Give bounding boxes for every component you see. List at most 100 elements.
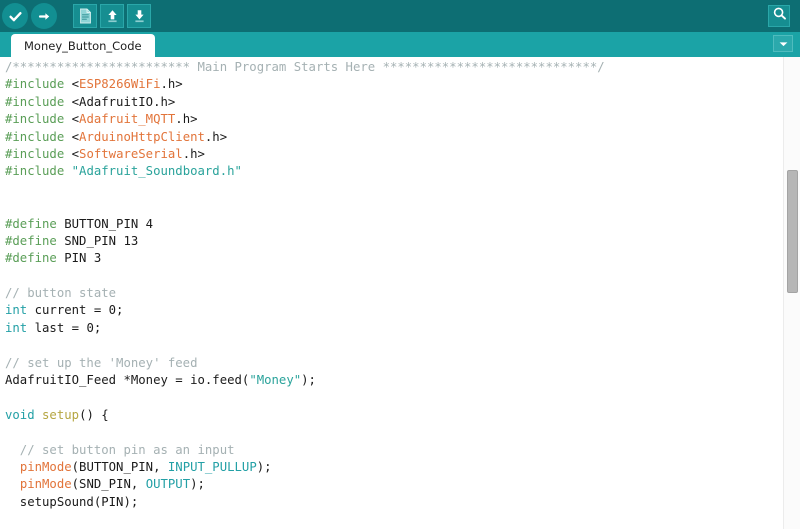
code-token-plain: () { bbox=[79, 407, 109, 422]
tab-menu-button[interactable] bbox=[773, 35, 793, 52]
toolbar bbox=[0, 0, 800, 32]
code-line: pinMode(SND_PIN, OUTPUT); bbox=[5, 476, 605, 493]
code-token-plain: < bbox=[71, 129, 80, 144]
code-token-plain: .h> bbox=[204, 129, 228, 144]
save-sketch-button[interactable] bbox=[127, 4, 151, 28]
code-token-pre: #define bbox=[5, 216, 65, 231]
code-line: pinMode(BUTTON_PIN, INPUT_PULLUP); bbox=[5, 459, 605, 476]
code-token-plain: AdafruitIO_Feed *Money = io.feed( bbox=[5, 373, 250, 388]
code-line: AdafruitIO_Feed *Money = io.feed("Money"… bbox=[5, 372, 605, 389]
code-token-type: void bbox=[5, 407, 43, 422]
toolbar-button-group bbox=[2, 3, 151, 29]
code-content[interactable]: /************************ Main Program S… bbox=[0, 57, 605, 511]
code-line: /************************ Main Program S… bbox=[5, 59, 605, 76]
code-line: setupSound(PIN); bbox=[5, 494, 605, 511]
code-token-string: "Money" bbox=[249, 373, 302, 388]
code-line: #include <AdafruitIO.h> bbox=[5, 94, 605, 111]
editor-vertical-scrollbar[interactable] bbox=[783, 57, 800, 529]
code-token-comment: // set button pin as an input bbox=[5, 442, 235, 457]
checkmark-circle-icon bbox=[7, 8, 24, 25]
new-document-icon bbox=[78, 8, 93, 24]
serial-monitor-button[interactable] bbox=[768, 5, 790, 27]
code-token-type: int bbox=[5, 320, 35, 335]
code-token-comment: // button state bbox=[5, 286, 117, 301]
code-token-plain: BUTTON_PIN 4 bbox=[64, 216, 154, 231]
code-token-fn-orange: pinMode bbox=[19, 459, 72, 474]
code-token-pre: #include bbox=[5, 164, 72, 179]
scrollbar-thumb[interactable] bbox=[787, 170, 798, 293]
code-line: #define SND_PIN 13 bbox=[5, 233, 605, 250]
code-token-plain: PIN 3 bbox=[64, 251, 102, 266]
code-token-plain: SND_PIN 13 bbox=[64, 233, 139, 248]
code-token-pre: #include bbox=[5, 94, 72, 109]
code-token-string: "Adafruit_Soundboard.h" bbox=[71, 164, 242, 179]
code-line: #include <Adafruit_MQTT.h> bbox=[5, 111, 605, 128]
code-line: #define PIN 3 bbox=[5, 250, 605, 267]
code-line: #include <ArduinoHttpClient.h> bbox=[5, 129, 605, 146]
code-token-lib: ArduinoHttpClient bbox=[79, 129, 205, 144]
code-token-plain: ); bbox=[190, 477, 205, 492]
code-token-lib: Adafruit_MQTT bbox=[79, 112, 176, 127]
upload-button[interactable] bbox=[31, 3, 57, 29]
code-token-plain: ); bbox=[256, 459, 272, 474]
code-line: void setup() { bbox=[5, 407, 605, 424]
code-token-plain: .h> bbox=[175, 112, 198, 127]
new-sketch-button[interactable] bbox=[73, 4, 97, 28]
code-token-plain: ); bbox=[301, 373, 316, 388]
code-token-plain: < bbox=[71, 146, 80, 161]
arrow-down-icon bbox=[132, 8, 147, 24]
code-token-plain: < bbox=[71, 112, 80, 127]
code-token-lib: ESP8266WiFi bbox=[79, 77, 161, 92]
code-line: #include <SoftwareSerial.h> bbox=[5, 146, 605, 163]
arrow-right-circle-icon bbox=[36, 8, 53, 25]
code-token-plain: (SND_PIN, bbox=[71, 477, 146, 492]
code-token-pre: #include bbox=[5, 129, 72, 144]
code-token-plain: .h> bbox=[182, 146, 205, 161]
code-token-type: int bbox=[5, 303, 35, 318]
verify-button[interactable] bbox=[2, 3, 28, 29]
code-line: // set up the 'Money' feed bbox=[5, 355, 605, 372]
code-token-plain: < bbox=[71, 77, 80, 92]
code-token-const: INPUT_PULLUP bbox=[167, 459, 257, 474]
code-line: #include "Adafruit_Soundboard.h" bbox=[5, 163, 605, 180]
code-line: #define BUTTON_PIN 4 bbox=[5, 216, 605, 233]
code-token-func: setup bbox=[42, 407, 80, 422]
code-token-pre: #include bbox=[5, 77, 72, 92]
code-line: // button state bbox=[5, 285, 605, 302]
tab-money-button-code[interactable]: Money_Button_Code bbox=[11, 34, 155, 57]
code-token-plain: setupSound(PIN); bbox=[5, 494, 139, 509]
code-token-pre: #define bbox=[5, 251, 65, 266]
magnifier-icon bbox=[772, 6, 787, 26]
code-token-plain: current = 0; bbox=[34, 303, 124, 318]
code-line: // set button pin as an input bbox=[5, 442, 605, 459]
code-token-plain: <AdafruitIO.h> bbox=[71, 94, 176, 109]
code-token-pre: #include bbox=[5, 146, 72, 161]
code-token-lib: SoftwareSerial bbox=[79, 146, 183, 161]
code-editor[interactable]: /************************ Main Program S… bbox=[0, 57, 800, 529]
tab-bar: Money_Button_Code bbox=[0, 32, 800, 57]
code-line: int current = 0; bbox=[5, 302, 605, 319]
chevron-down-icon bbox=[778, 35, 789, 53]
code-token-comment: // set up the 'Money' feed bbox=[5, 355, 198, 370]
arrow-up-icon bbox=[105, 8, 120, 24]
code-line: int last = 0; bbox=[5, 320, 605, 337]
code-token-pre: #include bbox=[5, 112, 72, 127]
code-line: #include <ESP8266WiFi.h> bbox=[5, 76, 605, 93]
open-sketch-button[interactable] bbox=[100, 4, 124, 28]
code-token-plain: last = 0; bbox=[34, 320, 102, 335]
code-token-plain: (BUTTON_PIN, bbox=[71, 459, 168, 474]
code-token-fn-orange: pinMode bbox=[19, 477, 72, 492]
code-token-pre: #define bbox=[5, 233, 65, 248]
code-token-const: OUTPUT bbox=[145, 477, 191, 492]
tab-label: Money_Button_Code bbox=[24, 38, 142, 53]
code-token-plain: .h> bbox=[160, 77, 183, 92]
arduino-ide-window: Money_Button_Code /*********************… bbox=[0, 0, 800, 529]
code-token-comment: /************************ Main Program S… bbox=[5, 60, 605, 74]
